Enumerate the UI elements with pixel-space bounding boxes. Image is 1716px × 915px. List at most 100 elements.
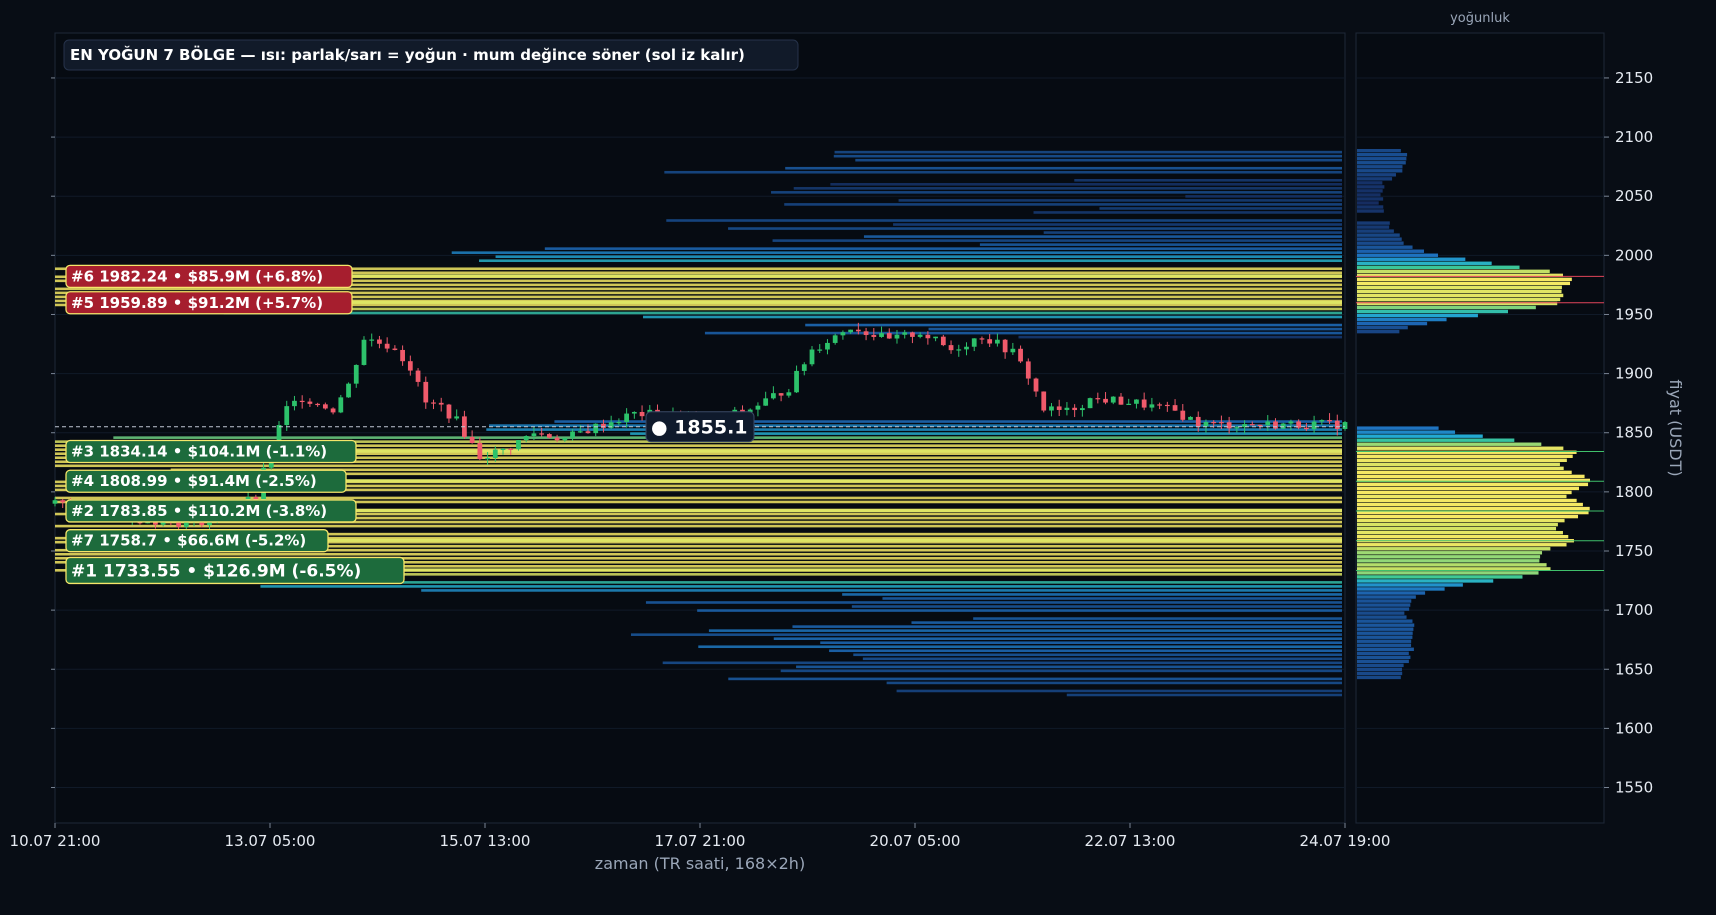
candle-body — [423, 381, 429, 403]
profile-bar — [1357, 169, 1403, 173]
candle-body — [879, 333, 884, 337]
candle-body — [485, 458, 490, 460]
heat-bar — [1074, 178, 1342, 182]
heat-bar — [697, 609, 1342, 612]
heat-bar — [305, 300, 1342, 304]
profile-bar — [1357, 305, 1536, 310]
candle-body — [948, 345, 954, 351]
profile-bar — [1357, 446, 1564, 450]
x-tick-label: 10.07 21:00 — [10, 832, 101, 850]
candle-body — [577, 431, 583, 433]
zone-label: #3 1834.14 • $104.1M (-1.1%) — [71, 442, 327, 460]
heat-bar — [479, 259, 1342, 263]
candle-body — [624, 413, 629, 422]
candle-body — [817, 349, 823, 351]
candle-body — [979, 338, 985, 340]
candle-body — [477, 443, 483, 460]
candle-body — [825, 342, 830, 350]
heat-bar — [1099, 207, 1342, 210]
heat-bar — [544, 247, 1342, 250]
profile-bar — [1357, 265, 1520, 269]
candle-body — [284, 406, 290, 426]
profile-bar — [1357, 289, 1562, 294]
candle-body — [377, 339, 382, 344]
profile-bar — [1357, 659, 1409, 664]
candle-body — [987, 339, 993, 344]
profile-bar — [1357, 486, 1580, 491]
candle-body — [1141, 399, 1147, 408]
profile-bar — [1357, 205, 1384, 209]
profile-bar — [1357, 269, 1550, 274]
candle-body — [1164, 404, 1170, 407]
candle-body — [1265, 421, 1271, 426]
heat-bar — [830, 183, 1342, 186]
y-tick-label: 1700 — [1615, 601, 1653, 619]
heat-bar — [893, 223, 1342, 226]
heat-bar — [833, 154, 1342, 158]
heat-bar — [911, 621, 1342, 624]
candle-body — [523, 436, 529, 440]
profile-bar — [1357, 148, 1401, 153]
heat-bar — [260, 585, 1342, 588]
candle-body — [346, 383, 351, 398]
profile-bar — [1357, 430, 1456, 434]
candle-body — [902, 332, 908, 335]
profile-bar — [1357, 253, 1439, 257]
profile-bar — [1357, 221, 1390, 225]
candle-body — [917, 334, 923, 337]
heat-bar — [451, 251, 1342, 254]
profile-bar — [1357, 555, 1541, 559]
candle-body — [52, 500, 58, 504]
x-tick-label: 13.07 05:00 — [225, 832, 316, 850]
heat-bar — [820, 641, 1342, 645]
candle-body — [809, 349, 815, 365]
candle-body — [539, 433, 545, 435]
candle-body — [1226, 422, 1232, 429]
zone-label: #2 1783.85 • $110.2M (-3.8%) — [71, 502, 327, 520]
profile-bar — [1357, 161, 1406, 165]
heat-bar — [666, 219, 1342, 222]
candle-body — [1180, 410, 1186, 420]
x-tick-label: 22.07 13:00 — [1085, 832, 1176, 850]
candle-body — [516, 439, 521, 450]
heat-bar — [630, 633, 1342, 636]
candle-body — [400, 349, 405, 362]
profile-bar — [1357, 631, 1413, 635]
heat-bar — [728, 677, 1342, 681]
heat-bar — [643, 315, 1342, 319]
profile-bar — [1357, 329, 1400, 334]
heat-bar — [662, 661, 1342, 665]
profile-bar — [1357, 157, 1407, 161]
profile-bar — [1357, 518, 1565, 523]
candle-body — [299, 400, 305, 403]
heat-bar — [55, 464, 1342, 468]
candle-body — [778, 393, 784, 396]
profile-bar — [1357, 466, 1564, 471]
profile-bar — [1357, 563, 1547, 567]
candle-body — [562, 437, 568, 441]
heat-bar — [55, 552, 1342, 556]
heat-bar — [305, 274, 1342, 278]
x-tick-label: 20.07 05:00 — [870, 832, 961, 850]
candle-body — [338, 397, 344, 413]
candle-body — [292, 400, 297, 407]
y-tick-label: 1950 — [1615, 305, 1653, 323]
profile-bar — [1357, 627, 1414, 631]
heat-bar — [223, 311, 1342, 315]
candle-body — [1064, 407, 1070, 410]
profile-bar — [1357, 313, 1478, 318]
profile-bar — [1357, 309, 1509, 314]
heat-bar — [928, 327, 1342, 331]
heat-bar — [276, 581, 1342, 584]
candle-body — [886, 333, 892, 339]
candle-body — [60, 500, 66, 503]
heat-bar — [1018, 335, 1342, 339]
candle-body — [1157, 404, 1162, 406]
heat-bar — [305, 508, 1342, 513]
heat-bar — [979, 243, 1342, 246]
candle-body — [1110, 396, 1116, 403]
y-tick-label: 2050 — [1615, 187, 1653, 205]
candle-body — [910, 332, 915, 337]
candle-body — [585, 431, 591, 434]
heat-bar — [851, 605, 1342, 608]
